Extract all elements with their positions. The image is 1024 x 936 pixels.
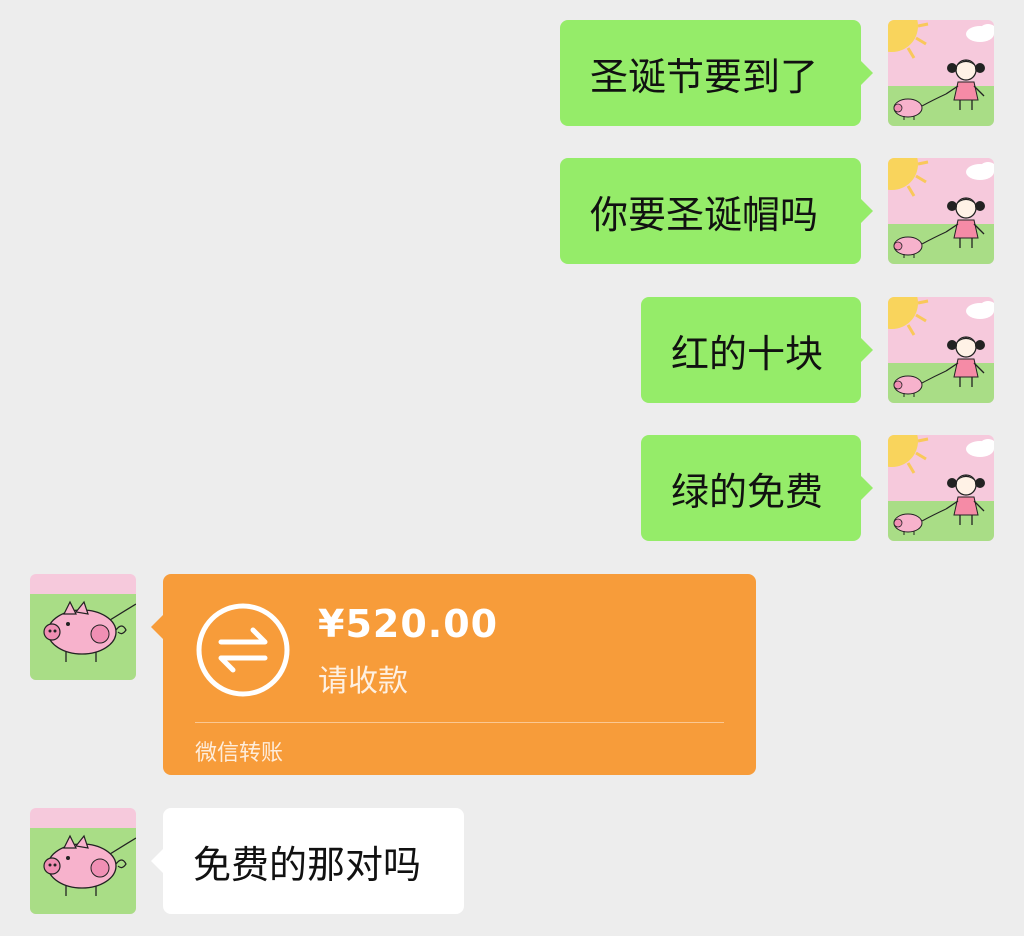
divider [195, 722, 724, 723]
outgoing-message-bubble[interactable]: 红的十块 [641, 297, 873, 403]
girl-with-pig-avatar-image [888, 158, 994, 264]
pig-avatar-image [30, 808, 136, 914]
message-text: 免费的那对吗 [193, 842, 422, 887]
self-avatar[interactable] [888, 158, 994, 264]
contact-avatar[interactable] [30, 808, 136, 914]
message-text: 你要圣诞帽吗 [590, 192, 819, 237]
message-text: 红的十块 [671, 331, 824, 376]
self-avatar[interactable] [888, 297, 994, 403]
incoming-message-bubble[interactable]: 免费的那对吗 [151, 808, 464, 914]
transfer-card[interactable]: ¥520.00 请收款 微信转账 [151, 574, 756, 775]
message-text: 圣诞节要到了 [590, 54, 819, 99]
outgoing-message-bubble[interactable]: 圣诞节要到了 [560, 20, 873, 126]
self-avatar[interactable] [888, 435, 994, 541]
contact-avatar[interactable] [30, 574, 136, 680]
transfer-amount: ¥520.00 [318, 602, 499, 646]
girl-with-pig-avatar-image [888, 435, 994, 541]
self-avatar[interactable] [888, 20, 994, 126]
transfer-arrows-icon [196, 603, 290, 697]
girl-with-pig-avatar-image [888, 297, 994, 403]
transfer-status-label: 请收款 [318, 664, 408, 699]
girl-with-pig-avatar-image [888, 20, 994, 126]
message-text: 绿的免费 [671, 469, 824, 514]
outgoing-message-bubble[interactable]: 绿的免费 [641, 435, 873, 541]
pig-avatar-image [30, 574, 136, 680]
outgoing-message-bubble[interactable]: 你要圣诞帽吗 [560, 158, 873, 264]
transfer-source-label: 微信转账 [195, 741, 284, 766]
